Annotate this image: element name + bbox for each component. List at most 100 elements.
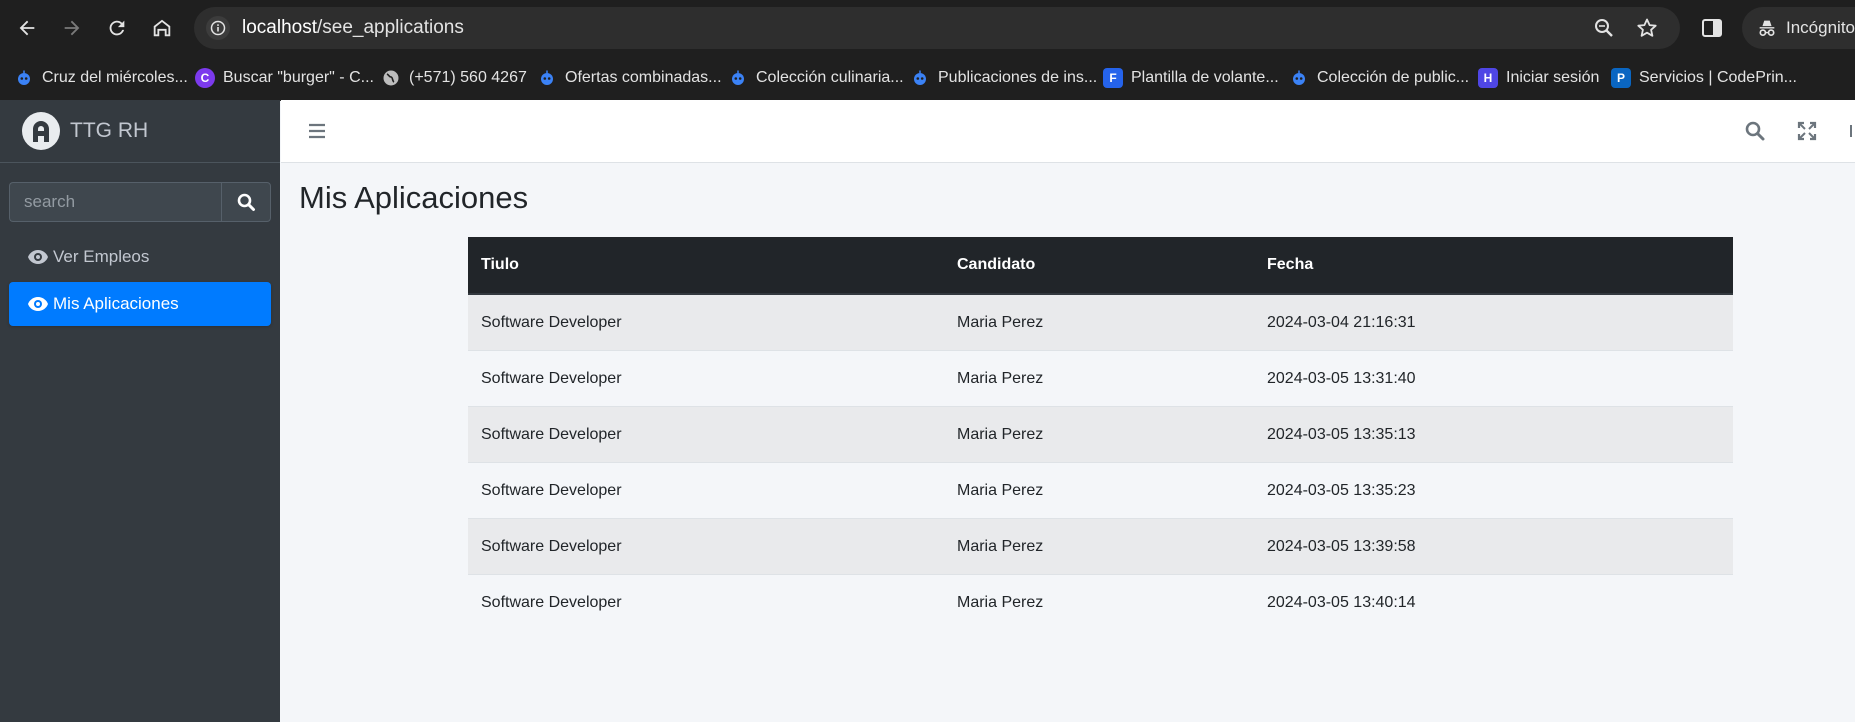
brand-name: TTG RH <box>70 119 149 142</box>
more-icon[interactable] <box>1849 119 1855 143</box>
robot-favicon-icon <box>1289 68 1309 88</box>
bookmark-label: Plantilla de volante... <box>1131 69 1279 86</box>
cell-candidate: Maria Perez <box>944 574 1254 630</box>
bookmark-label: (+571) 560 4267 <box>409 69 527 86</box>
column-header-date: Fecha <box>1254 237 1733 295</box>
incognito-icon <box>1759 20 1775 36</box>
table-row: Software Developer Maria Perez 2024-03-0… <box>468 293 1733 351</box>
bookmark-item[interactable]: Publicaciones de ins... <box>910 66 1097 90</box>
bookmark-item[interactable]: Ofertas combinadas... <box>537 66 722 90</box>
codeprint-favicon-icon: P <box>1611 68 1631 88</box>
forward-arrow-icon <box>64 20 80 36</box>
home-button[interactable] <box>144 10 180 46</box>
robot-favicon-icon <box>537 68 557 88</box>
reload-button[interactable] <box>99 10 135 46</box>
sidebar-item-ver-empleos[interactable]: Ver Empleos <box>9 235 271 279</box>
bookmark-label: Publicaciones de ins... <box>938 69 1098 86</box>
cell-candidate: Maria Perez <box>944 350 1254 407</box>
eye-icon <box>28 250 48 264</box>
browser-toolbar: localhost/see_applications Incógnito <box>0 0 1855 56</box>
cell-date: 2024-03-05 13:31:40 <box>1254 350 1733 407</box>
zoom-icon[interactable] <box>1592 16 1616 40</box>
hamburger-menu-icon[interactable] <box>305 119 329 143</box>
bookmark-label: Colección culinaria... <box>756 69 904 86</box>
sidebar-item-label: Ver Empleos <box>53 247 150 266</box>
bookmark-label: Colección de public... <box>1317 69 1470 86</box>
bookmark-item[interactable]: H Iniciar sesión <box>1478 66 1599 90</box>
cell-date: 2024-03-05 13:40:14 <box>1254 574 1733 630</box>
cell-date: 2024-03-05 13:35:13 <box>1254 406 1733 463</box>
cell-title: Software Developer <box>468 518 944 575</box>
address-bar[interactable]: localhost/see_applications <box>194 7 1680 49</box>
reload-icon <box>109 20 125 36</box>
applications-table: Tiulo Candidato Fecha Software Developer… <box>468 237 1733 630</box>
cell-date: 2024-03-04 21:16:31 <box>1254 293 1733 351</box>
forward-button[interactable] <box>54 10 90 46</box>
column-header-candidate: Candidato <box>944 237 1254 295</box>
bookmark-item[interactable]: C Buscar "burger" - C... <box>195 66 374 90</box>
robot-favicon-icon <box>728 68 748 88</box>
cell-title: Software Developer <box>468 293 944 351</box>
url-host: localhost <box>242 17 317 38</box>
table-row: Software Developer Maria Perez 2024-03-0… <box>468 350 1733 407</box>
search-button[interactable] <box>221 182 271 222</box>
site-info-icon[interactable] <box>206 16 230 40</box>
cell-candidate: Maria Perez <box>944 293 1254 351</box>
search-input[interactable] <box>9 182 221 222</box>
table-row: Software Developer Maria Perez 2024-03-0… <box>468 406 1733 463</box>
top-navbar <box>281 100 1855 163</box>
cell-candidate: Maria Perez <box>944 406 1254 463</box>
sidebar-search <box>9 182 271 224</box>
side-panel-icon[interactable] <box>1700 16 1724 40</box>
sidebar-item-mis-aplicaciones[interactable]: Mis Aplicaciones <box>9 282 271 326</box>
sidebar-item-label: Mis Aplicaciones <box>53 294 179 313</box>
canva-favicon-icon: C <box>195 68 215 88</box>
bookmark-label: Cruz del miércoles... <box>42 69 188 86</box>
template-favicon-icon: F <box>1103 68 1123 88</box>
sidebar: TTG RH Ver Empleos Mis Aplicaciones <box>0 100 280 722</box>
navbar-search-icon[interactable] <box>1743 119 1767 143</box>
bookmark-item[interactable]: Colección de public... <box>1289 66 1469 90</box>
bookmark-label: Servicios | CodePrin... <box>1639 69 1797 86</box>
back-arrow-icon <box>19 20 35 36</box>
bookmark-label: Iniciar sesión <box>1506 69 1600 86</box>
bookmarks-bar: Cruz del miércoles... C Buscar "burger" … <box>0 56 1855 101</box>
bookmark-item[interactable]: P Servicios | CodePrin... <box>1611 66 1797 90</box>
table-row: Software Developer Maria Perez 2024-03-0… <box>468 462 1733 519</box>
bookmark-item[interactable]: (+571) 560 4267 <box>381 66 527 90</box>
brand-logo-icon <box>22 112 60 150</box>
table-row: Software Developer Maria Perez 2024-03-0… <box>468 518 1733 575</box>
cell-candidate: Maria Perez <box>944 462 1254 519</box>
cell-date: 2024-03-05 13:35:23 <box>1254 462 1733 519</box>
cell-title: Software Developer <box>468 574 944 630</box>
url-path: /see_applications <box>317 17 464 38</box>
search-icon <box>237 193 255 211</box>
page-title: Mis Aplicaciones <box>299 180 529 215</box>
incognito-badge[interactable]: Incógnito <box>1742 7 1855 49</box>
back-button[interactable] <box>9 10 45 46</box>
bookmark-item[interactable]: Colección culinaria... <box>728 66 904 90</box>
globe-favicon-icon <box>381 68 401 88</box>
bookmark-item[interactable]: Cruz del miércoles... <box>14 66 188 90</box>
bookmark-item[interactable]: F Plantilla de volante... <box>1103 66 1279 90</box>
robot-favicon-icon <box>14 68 34 88</box>
login-favicon-icon: H <box>1478 68 1498 88</box>
cell-title: Software Developer <box>468 350 944 407</box>
incognito-label: Incógnito <box>1786 18 1855 37</box>
cell-title: Software Developer <box>468 462 944 519</box>
cell-title: Software Developer <box>468 406 944 463</box>
cell-candidate: Maria Perez <box>944 518 1254 575</box>
table-header-row: Tiulo Candidato Fecha <box>468 237 1733 295</box>
bookmark-star-icon[interactable] <box>1635 16 1659 40</box>
bookmark-label: Buscar "burger" - C... <box>223 69 374 86</box>
url-text[interactable]: localhost/see_applications <box>242 17 464 39</box>
column-header-title: Tiulo <box>468 237 944 295</box>
table-row: Software Developer Maria Perez 2024-03-0… <box>468 574 1733 630</box>
brand-link[interactable]: TTG RH <box>0 100 280 163</box>
robot-favicon-icon <box>910 68 930 88</box>
cell-date: 2024-03-05 13:39:58 <box>1254 518 1733 575</box>
eye-icon <box>28 297 48 311</box>
fullscreen-icon[interactable] <box>1795 119 1819 143</box>
home-icon <box>153 19 171 37</box>
bookmark-label: Ofertas combinadas... <box>565 69 722 86</box>
